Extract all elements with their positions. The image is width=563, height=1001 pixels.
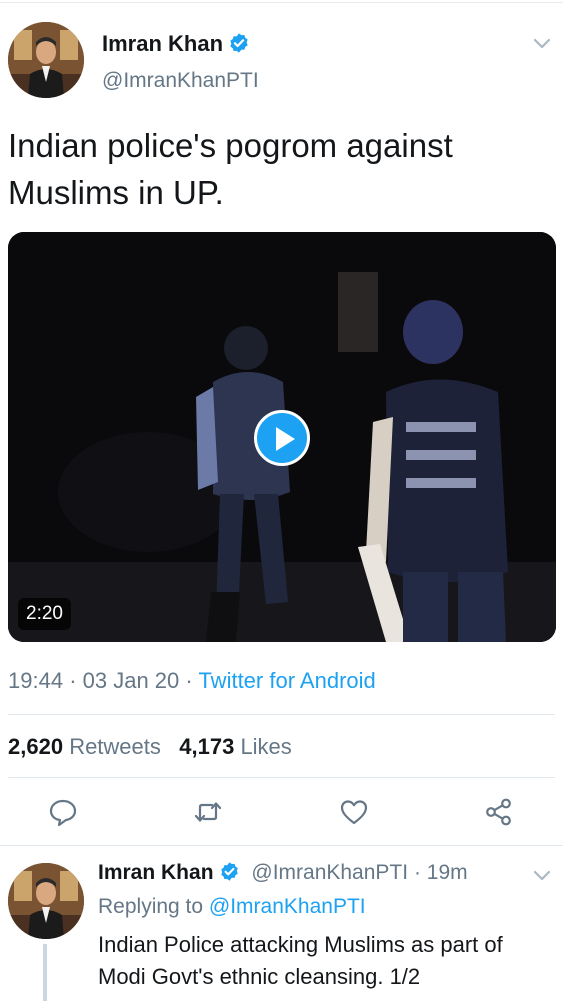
reply-author-avatar[interactable]: [8, 863, 84, 939]
author-name[interactable]: Imran Khan: [102, 31, 250, 57]
video-duration: 2:20: [18, 598, 71, 630]
author-name-text[interactable]: Imran Khan: [102, 31, 223, 56]
likes-stat[interactable]: 4,173 Likes: [179, 734, 292, 759]
meta-separator: ·: [69, 668, 77, 693]
reply-icon: [49, 799, 77, 827]
replying-to-handle-link[interactable]: @ImranKhanPTI: [209, 895, 366, 918]
divider: [8, 714, 555, 715]
reply-author-name[interactable]: Imran Khan: [98, 861, 214, 884]
retweet-button[interactable]: [192, 796, 224, 828]
retweets-label: Retweets: [69, 734, 161, 759]
divider: [8, 777, 555, 778]
chevron-down-icon[interactable]: [533, 870, 551, 882]
tweet-meta: 19:44 · 03 Jan 20 · Twitter for Android: [8, 668, 376, 694]
reply-age: 19m: [426, 861, 468, 884]
meta-separator: ·: [185, 668, 193, 693]
play-button[interactable]: [254, 410, 310, 466]
tweet-stats: 2,620 Retweets 4,173 Likes: [8, 734, 292, 760]
verified-badge-icon: [230, 33, 248, 53]
likes-count: 4,173: [179, 734, 235, 759]
author-handle[interactable]: @ImranKhanPTI: [102, 69, 259, 93]
thread-connector: [43, 944, 47, 1001]
retweet-icon: [194, 802, 222, 822]
like-button[interactable]: [338, 796, 370, 828]
replying-to: Replying to @ImranKhanPTI: [98, 895, 366, 919]
reply-header: Imran Khan @ImranKhanPTI · 19m: [98, 861, 468, 885]
chevron-down-icon[interactable]: [533, 38, 551, 50]
top-divider: [0, 2, 563, 3]
tweet-time: 19:44: [8, 668, 64, 693]
likes-label: Likes: [240, 734, 292, 759]
reply-button[interactable]: [47, 796, 79, 828]
reply-separator: ·: [413, 861, 421, 884]
reply-text: Indian Police attacking Muslims as part …: [98, 932, 503, 989]
section-divider: [0, 845, 563, 846]
author-avatar[interactable]: [8, 22, 84, 98]
retweets-count: 2,620: [8, 734, 64, 759]
tweet-source-link[interactable]: Twitter for Android: [198, 668, 375, 693]
reply-author-handle[interactable]: @ImranKhanPTI: [251, 861, 408, 884]
verified-badge-icon: [220, 862, 238, 881]
share-icon: [486, 798, 511, 826]
like-icon: [340, 800, 368, 825]
retweets-stat[interactable]: 2,620 Retweets: [8, 734, 161, 759]
replying-prefix: Replying to: [98, 895, 204, 918]
tweet-text: Indian police's pogrom against Muslims i…: [8, 127, 453, 211]
share-button[interactable]: [483, 796, 515, 828]
tweet-date: 03 Jan 20: [82, 668, 180, 693]
play-icon: [276, 427, 295, 451]
